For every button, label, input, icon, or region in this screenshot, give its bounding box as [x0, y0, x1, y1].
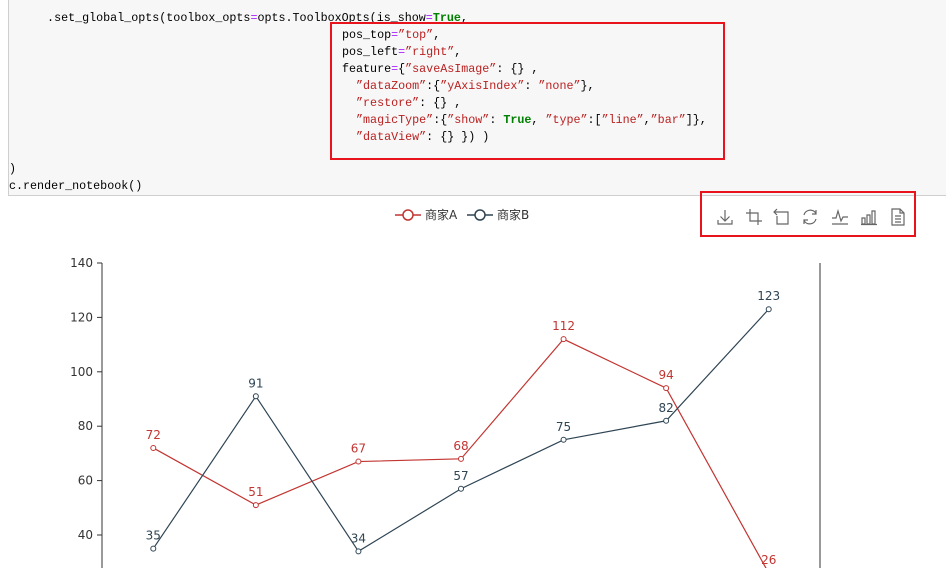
data-label: 82: [659, 401, 674, 415]
data-label: 26: [761, 553, 776, 567]
data-label: 34: [351, 531, 366, 545]
data-label: 51: [248, 485, 263, 499]
data-point: [458, 455, 464, 462]
data-point: [252, 502, 259, 509]
y-tick-label: 40: [78, 528, 93, 542]
data-label: 72: [146, 428, 161, 442]
y-tick-label: 60: [78, 474, 93, 488]
data-label: 68: [453, 439, 468, 453]
y-tick-label: 120: [70, 310, 93, 324]
series-line-1: [152, 308, 770, 553]
data-point: [355, 458, 362, 465]
y-tick-label: 80: [78, 419, 93, 433]
data-point: [560, 436, 567, 443]
data-label: 75: [556, 420, 571, 434]
data-point: [560, 336, 567, 343]
y-tick-label: 140: [70, 256, 93, 270]
data-point: [252, 393, 259, 400]
line-chart: 40 60 80 100 120 140 72 51 67 68 112 94 26 35 91 34 57 75…: [70, 256, 821, 568]
data-label: 123: [757, 289, 780, 303]
data-label: 57: [453, 469, 468, 483]
data-label: 94: [659, 368, 674, 382]
data-label: 35: [146, 529, 161, 543]
data-point: [150, 545, 157, 552]
data-point: [355, 548, 362, 555]
data-point: [765, 306, 772, 313]
y-tick-label: 100: [70, 365, 93, 379]
data-point: [663, 385, 670, 392]
series-line-0: [152, 338, 767, 568]
data-label: 67: [351, 442, 366, 456]
data-point: [458, 485, 464, 492]
data-point: [150, 444, 157, 451]
data-label: 112: [552, 319, 575, 333]
data-point: [663, 417, 670, 424]
data-label: 91: [248, 376, 263, 390]
